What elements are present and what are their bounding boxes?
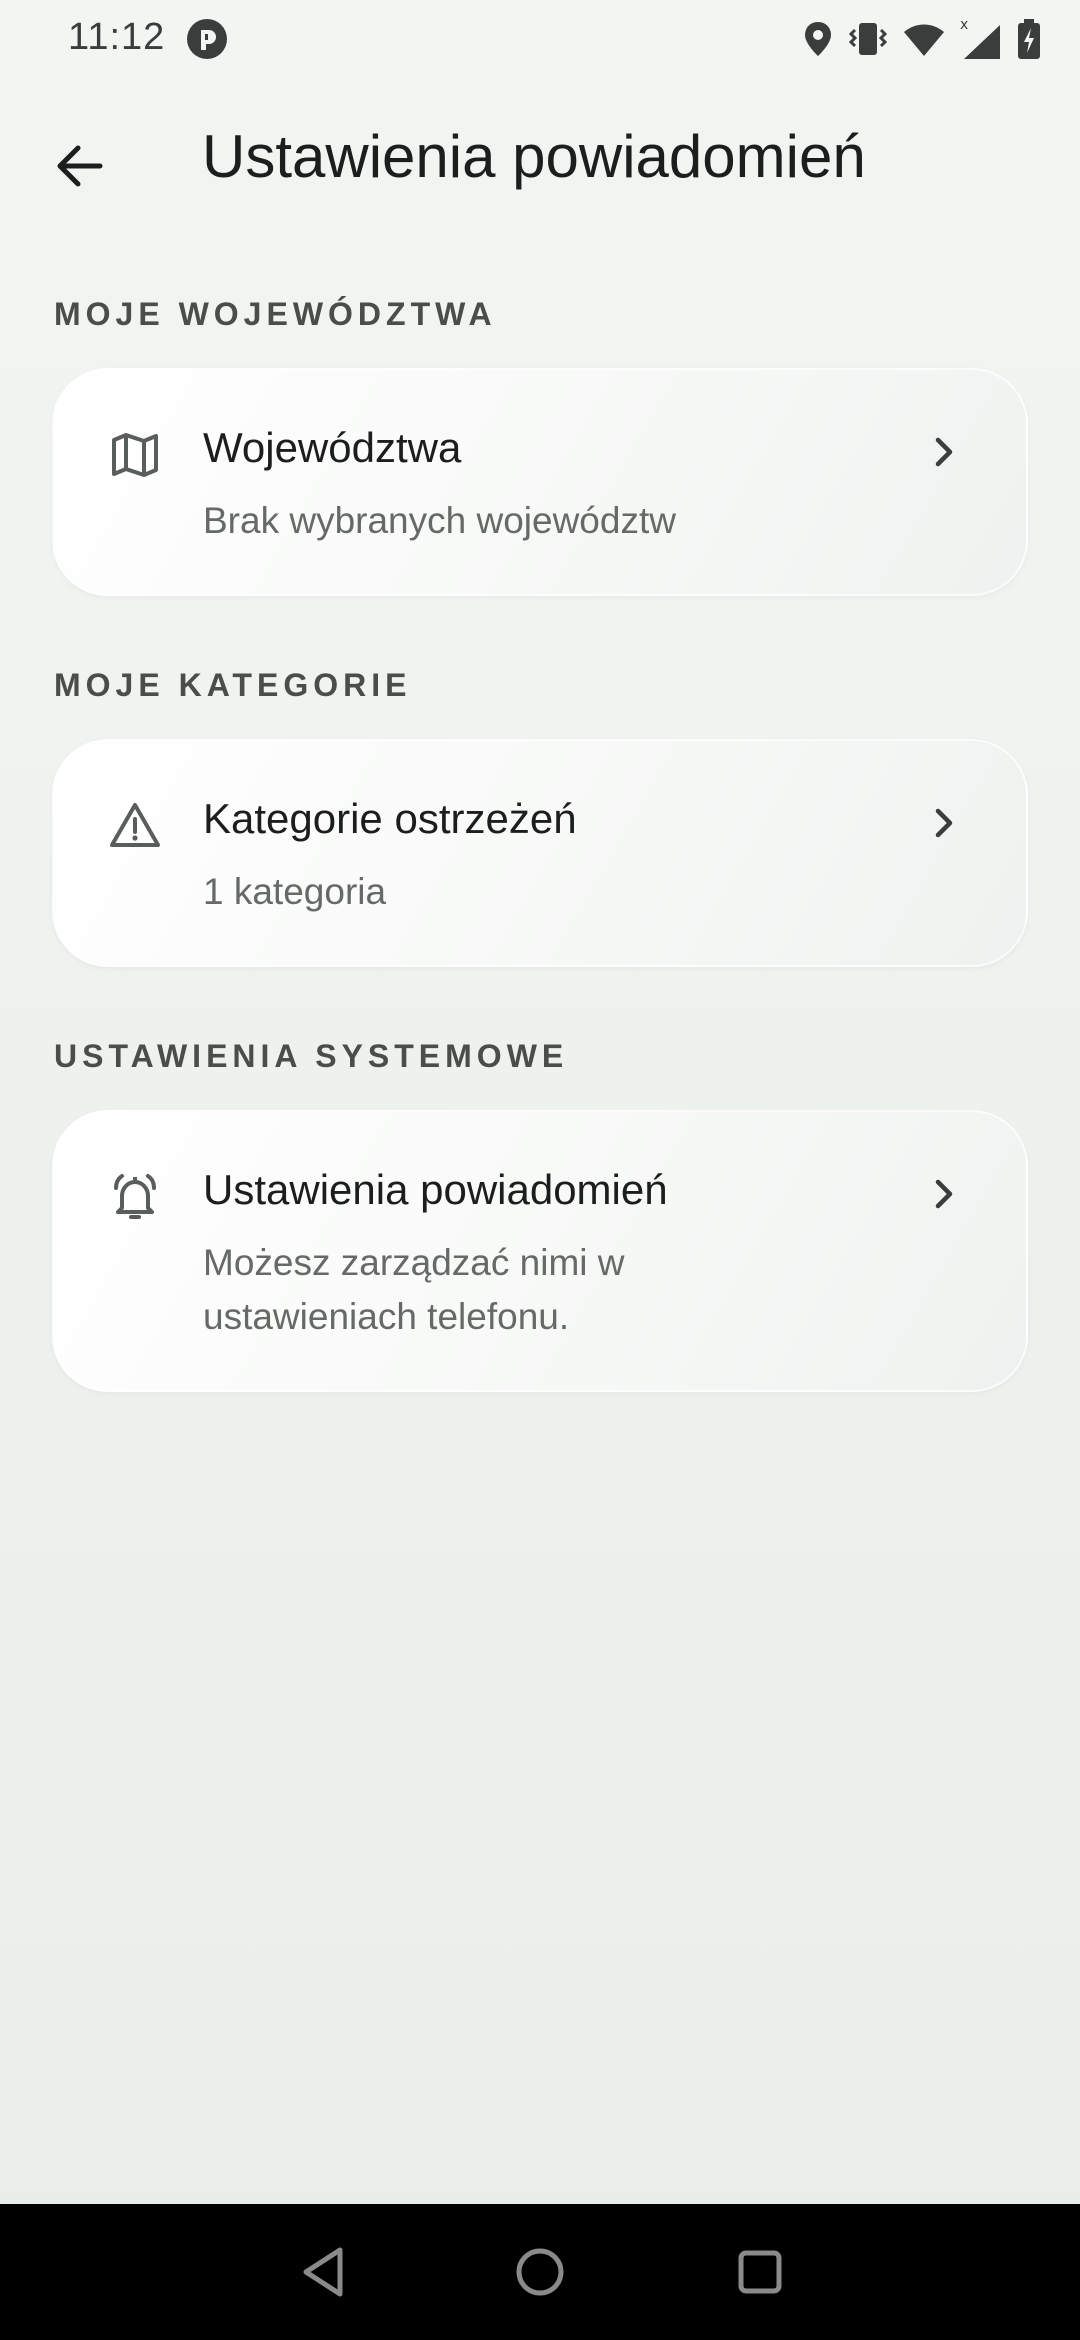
recents-square-icon[interactable] bbox=[730, 2242, 790, 2302]
warning-categories-card[interactable]: Kategorie ostrzeżeń 1 kategoria bbox=[52, 739, 1028, 967]
app-notification-icon bbox=[187, 19, 227, 59]
home-circle-icon[interactable] bbox=[510, 2242, 570, 2302]
bell-icon bbox=[114, 1174, 156, 1219]
card-subtitle: Brak wybranych województw bbox=[203, 500, 676, 541]
status-time: 11:12 bbox=[68, 16, 166, 58]
map-icon bbox=[112, 433, 158, 477]
voivodeships-card[interactable]: Województwa Brak wybranych województw bbox=[52, 368, 1028, 596]
status-icons: x bbox=[802, 16, 1042, 62]
system-notification-settings-card[interactable]: Ustawienia powiadomień Możesz zarządzać … bbox=[52, 1110, 1028, 1392]
chevron-right-icon bbox=[935, 437, 953, 467]
arrow-back-icon bbox=[57, 145, 103, 187]
section-header-categories: MOJE KATEGORIE bbox=[54, 667, 412, 703]
wifi-icon bbox=[904, 24, 944, 56]
back-button[interactable] bbox=[30, 118, 126, 214]
chevron-right-icon bbox=[935, 1179, 953, 1209]
status-bar: 11:12 x bbox=[0, 0, 1080, 78]
battery-charging-icon bbox=[1018, 19, 1040, 59]
card-subtitle: 1 kategoria bbox=[203, 871, 387, 912]
page-title: Ustawienia powiadomień bbox=[202, 123, 866, 190]
card-subtitle: Możesz zarządzać nimi w ustawieniach tel… bbox=[203, 1242, 625, 1337]
chevron-right-icon bbox=[935, 808, 953, 838]
section-header-system-settings: USTAWIENIA SYSTEMOWE bbox=[54, 1038, 569, 1074]
back-triangle-icon[interactable] bbox=[294, 2242, 354, 2302]
system-navigation-bar bbox=[0, 2204, 1080, 2340]
vibrate-icon bbox=[848, 23, 888, 55]
section-header-voivodeships: MOJE WOJEWÓDZTWA bbox=[54, 296, 497, 332]
signal-icon: x bbox=[960, 17, 1000, 59]
app-bar: Ustawienia powiadomień bbox=[0, 100, 1080, 220]
svg-text:x: x bbox=[960, 17, 968, 33]
card-title: Kategorie ostrzeżeń bbox=[203, 795, 577, 842]
warning-icon bbox=[110, 803, 160, 847]
screen: 11:12 x Ustawienia powiadomień MOJE WOJE… bbox=[0, 0, 1080, 2340]
card-title: Ustawienia powiadomień bbox=[203, 1166, 668, 1213]
location-icon bbox=[805, 22, 831, 56]
card-title: Województwa bbox=[203, 424, 462, 471]
